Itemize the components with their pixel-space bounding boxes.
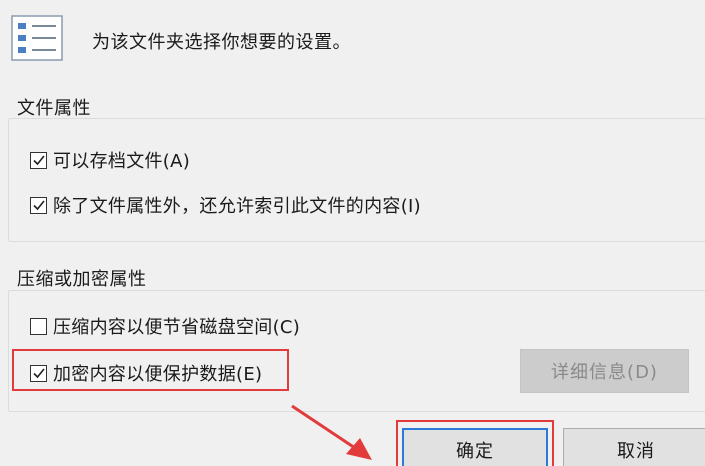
archive-label: 可以存档文件(A) [53, 151, 191, 172]
annotation-arrow-icon [291, 404, 372, 460]
index-checkbox[interactable] [30, 196, 47, 214]
settings-list-icon [10, 14, 66, 62]
archive-checkbox[interactable] [30, 151, 47, 169]
advanced-attributes-dialog: 为该文件夹选择你想要的设置。 文件属性 可以存档文件(A) 除了文件属性外，还允… [0, 0, 705, 466]
file-attributes-title: 文件属性 [17, 98, 91, 119]
ok-button[interactable]: 确定 [402, 428, 548, 466]
details-button[interactable]: 详细信息(D) [520, 349, 689, 393]
compress-option[interactable]: 压缩内容以便节省磁盘空间(C) [30, 313, 300, 339]
compress-checkbox[interactable] [30, 317, 47, 335]
check-icon [32, 155, 45, 166]
check-icon [32, 200, 45, 211]
archive-option[interactable]: 可以存档文件(A) [30, 147, 190, 173]
compress-label: 压缩内容以便节省磁盘空间(C) [53, 317, 301, 338]
encrypt-annotation-box [12, 349, 289, 391]
index-option[interactable]: 除了文件属性外，还允许索引此文件的内容(I) [30, 192, 421, 218]
file-attributes-group [8, 118, 705, 242]
cancel-button[interactable]: 取消 [563, 428, 705, 466]
dialog-description: 为该文件夹选择你想要的设置。 [92, 32, 351, 53]
index-label: 除了文件属性外，还允许索引此文件的内容(I) [53, 196, 421, 217]
compress-encrypt-title: 压缩或加密属性 [17, 269, 147, 290]
